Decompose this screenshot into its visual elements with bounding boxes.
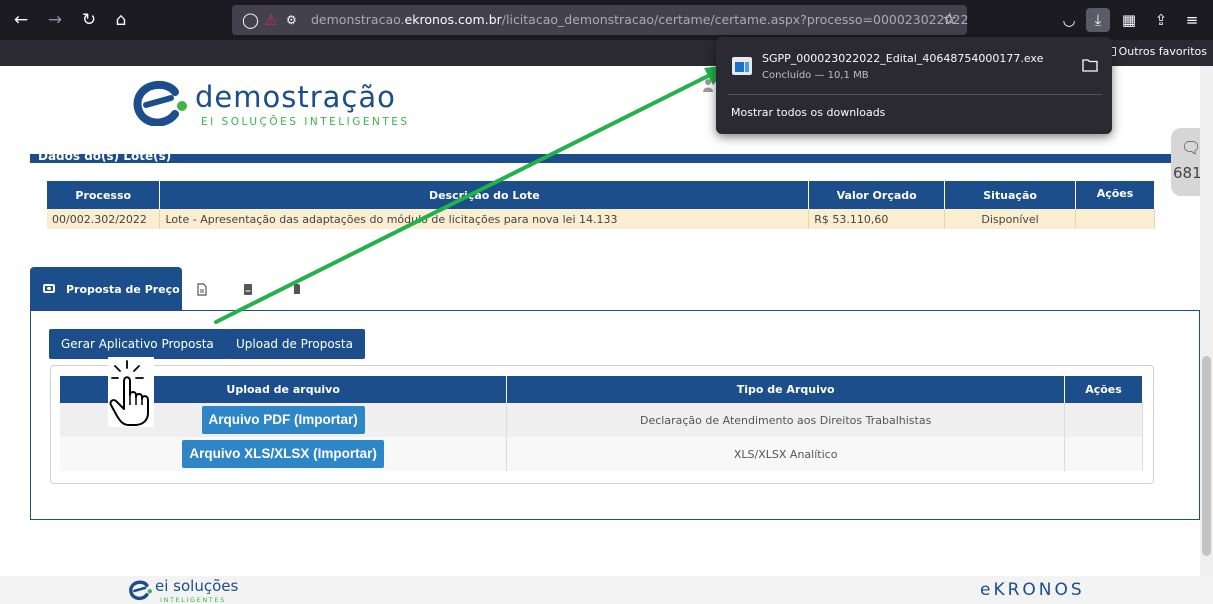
cell-valor: R$ 53.110,60 <box>808 209 946 229</box>
divider <box>728 94 1102 95</box>
upload-table: Upload de arquivo Tipo de Arquivo Ações … <box>60 376 1143 471</box>
table-row: Arquivo XLS/XLSX (Importar) XLS/XLSX Ana… <box>60 437 1143 471</box>
cell-tipo: XLS/XLSX Analítico <box>506 437 1065 471</box>
ei-logo-icon[interactable] <box>131 80 187 126</box>
logo-subtitle: EI SOLUÇÕES INTELIGENTES <box>201 116 410 128</box>
ekronos-brand: eKRONOS <box>980 580 1085 600</box>
cell-acoes <box>1075 209 1155 229</box>
downloads-icon[interactable]: ⤓ <box>1086 8 1110 32</box>
footer: ei soluções INTELIGENTES eKRONOS <box>0 576 1213 604</box>
lock-warning-icon[interactable]: ⚠ <box>264 9 277 31</box>
page-scrollbar[interactable] <box>1200 66 1213 578</box>
col-descricao: Descrição do Lote <box>159 181 810 209</box>
tab-scroll-icon[interactable] <box>290 283 302 296</box>
downloads-panel: SGPP_000023022022_Edital_40648754000177.… <box>716 37 1112 134</box>
cell-upload: Arquivo XLS/XLSX (Importar) <box>60 437 508 471</box>
chat-bubble-icon: 🗨 <box>1181 138 1202 157</box>
import-pdf-button[interactable]: Arquivo PDF (Importar) <box>201 406 365 434</box>
lote-section-title: Dados do(s) Lote(s) <box>38 149 172 163</box>
cell-tipo: Declaração de Atendimento aos Direitos T… <box>506 403 1065 437</box>
gerar-aplicativo-button[interactable]: Gerar Aplicativo Proposta <box>49 329 226 359</box>
other-bookmarks-folder[interactable]: Outros favoritos <box>1104 45 1207 58</box>
cell-descricao: Lote - Apresentação das adaptações do mó… <box>159 209 810 229</box>
share-icon[interactable]: ⇪ <box>1149 8 1173 32</box>
tab-proposta-de-preco[interactable]: Proposta de Preço <box>30 267 182 311</box>
cell-acoes <box>1064 437 1143 471</box>
col-valor: Valor Orçado <box>808 181 946 209</box>
lote-section-header <box>30 154 1200 163</box>
forward-arrow-icon[interactable]: → <box>44 9 66 31</box>
lote-table: Processo Descrição do Lote Valor Orçado … <box>47 181 1155 229</box>
tab-file-icon[interactable] <box>242 283 254 296</box>
cell-acoes <box>1064 403 1143 437</box>
pocket-icon[interactable]: ◡ <box>1057 8 1081 32</box>
folder-label: Outros favoritos <box>1118 45 1207 58</box>
download-status: Concluído — 10,1 MB <box>762 70 869 81</box>
show-all-downloads-link[interactable]: Mostrar todos os downloads <box>731 106 885 119</box>
url-text[interactable]: demonstracao.ekronos.com.br/licitacao_de… <box>311 12 968 27</box>
import-xls-button[interactable]: Arquivo XLS/XLSX (Importar) <box>182 440 384 468</box>
upload-proposta-button[interactable]: Upload de Proposta <box>224 329 365 359</box>
col-acoes: Ações <box>1075 181 1155 209</box>
download-file-name: SGPP_000023022022_Edital_40648754000177.… <box>762 52 1044 65</box>
user-icon[interactable] <box>703 78 713 92</box>
menu-icon[interactable]: ≡ <box>1180 8 1204 32</box>
browser-toolbar: ← → ↻ ⌂ ◯ ⚠ ⚙ demonstracao.ekronos.com.b… <box>0 0 1213 40</box>
col-acoes: Ações <box>1064 376 1143 403</box>
download-item[interactable]: SGPP_000023022022_Edital_40648754000177.… <box>722 43 1106 89</box>
logo-text: demostração <box>195 80 396 114</box>
open-folder-icon[interactable] <box>1082 58 1098 72</box>
permissions-icon[interactable]: ⚙ <box>286 9 297 31</box>
tab-document-icon[interactable] <box>196 283 208 296</box>
hand-cursor-icon <box>108 357 154 427</box>
footer-logo-icon <box>129 580 152 601</box>
home-icon[interactable]: ⌂ <box>110 9 132 31</box>
col-processo: Processo <box>47 181 161 209</box>
shield-icon[interactable]: ◯ <box>242 9 259 31</box>
bookmark-star-icon[interactable]: ☆ <box>943 9 957 28</box>
scrollbar-thumb[interactable] <box>1202 356 1211 556</box>
exe-file-icon <box>732 57 752 75</box>
footer-logo-text: ei soluções <box>155 577 239 595</box>
col-tipo: Tipo de Arquivo <box>506 376 1065 403</box>
back-arrow-icon[interactable]: ← <box>10 9 32 31</box>
url-bar[interactable]: ◯ ⚠ ⚙ demonstracao.ekronos.com.br/licita… <box>232 5 968 35</box>
table-row: Arquivo PDF (Importar) Declaração de Ate… <box>60 403 1143 437</box>
reload-icon[interactable]: ↻ <box>78 9 100 31</box>
table-row[interactable]: 00/002.302/2022 Lote - Apresentação das … <box>47 209 1155 229</box>
money-icon <box>43 284 55 293</box>
cell-situacao: Disponível <box>944 209 1077 229</box>
extension-icon[interactable]: ▦ <box>1117 8 1141 32</box>
tab-label: Proposta de Preço <box>66 283 180 296</box>
cell-processo: 00/002.302/2022 <box>47 209 161 229</box>
col-situacao: Situação <box>944 181 1077 209</box>
footer-logo-subtitle: INTELIGENTES <box>160 596 226 604</box>
